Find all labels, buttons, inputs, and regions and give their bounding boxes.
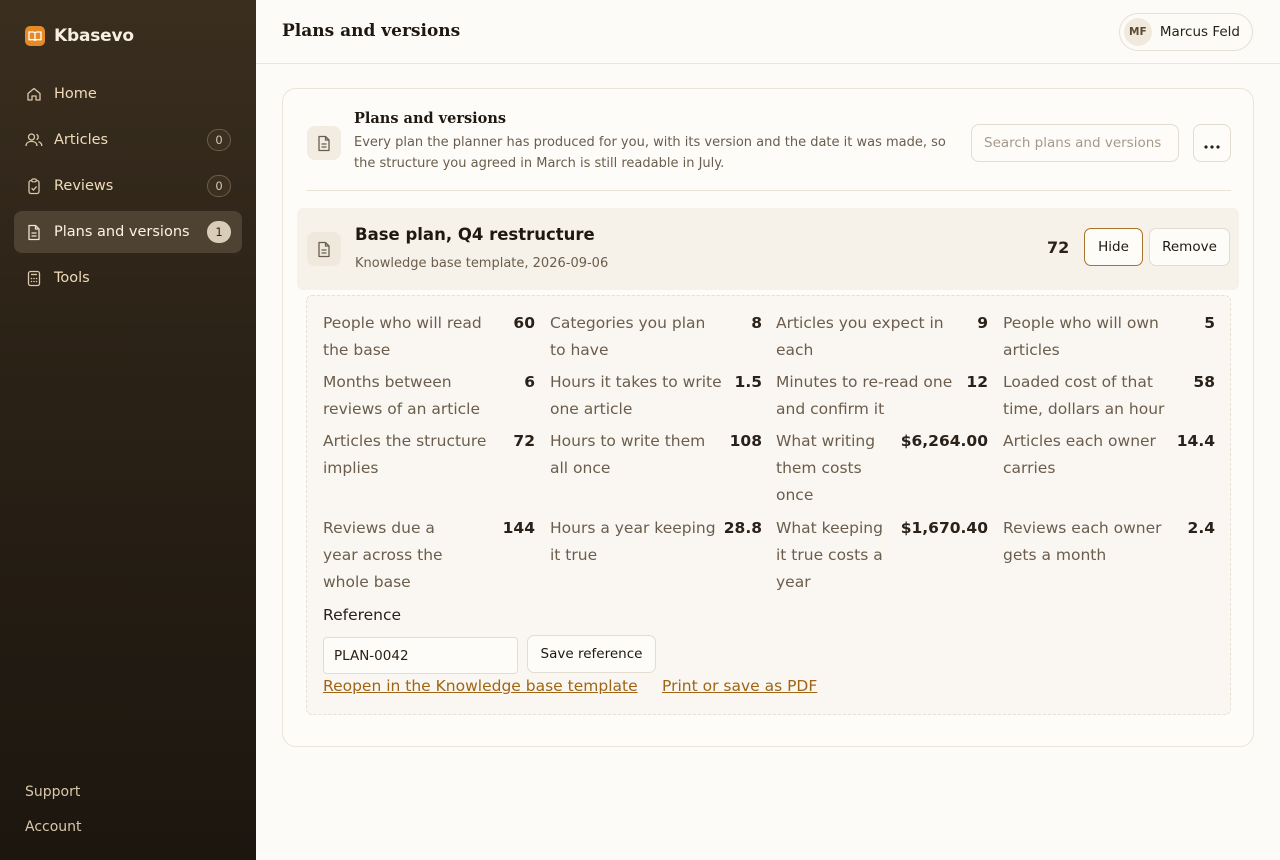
more-icon — [1204, 134, 1220, 153]
sidebar-item-label: Tools — [54, 270, 90, 286]
metric-value: 2.4 — [1187, 519, 1215, 537]
metric-value: 144 — [502, 519, 535, 537]
plan-row[interactable]: Base plan, Q4 restructure Knowledge base… — [297, 208, 1239, 290]
plans-card: Plans and versions Every plan the planne… — [282, 88, 1254, 747]
metric-label: Minutes to re-read one and confirm it — [776, 373, 953, 418]
metric-value: 108 — [729, 432, 762, 450]
metric-value: 12 — [966, 373, 988, 391]
sidebar-item-articles[interactable]: Articles 0 — [14, 119, 242, 161]
metric-value: 9 — [977, 314, 988, 332]
metric-value: 58 — [1193, 373, 1215, 391]
metric-label: Articles each owner carries — [1003, 432, 1156, 477]
support-link[interactable]: Support — [25, 784, 80, 800]
users-icon — [25, 131, 43, 149]
user-menu[interactable]: MF Marcus Feld — [1118, 13, 1253, 51]
sidebar-item-label: Plans and versions — [54, 224, 190, 240]
count-badge: 0 — [207, 175, 231, 197]
sidebar-item-reviews[interactable]: Reviews 0 — [14, 165, 242, 207]
divider — [306, 190, 1231, 191]
metric-value: 8 — [751, 314, 762, 332]
save-reference-button[interactable]: Save reference — [527, 635, 656, 673]
brand-name: Kbasevo — [54, 26, 134, 46]
metric-label: Months between reviews of an article — [323, 373, 480, 418]
more-options-button[interactable] — [1193, 124, 1231, 162]
metric-value: 6 — [524, 373, 535, 391]
metric-value: 14.4 — [1176, 432, 1215, 450]
book-icon — [25, 26, 45, 46]
user-name: Marcus Feld — [1159, 24, 1240, 40]
metric-label: Articles the structure implies — [323, 432, 487, 477]
plan-article-count: 72 — [1047, 238, 1070, 257]
count-badge: 0 — [207, 129, 231, 151]
document-icon — [25, 223, 43, 241]
count-badge: 1 — [207, 221, 231, 243]
card-description: Every plan the planner has produced for … — [354, 135, 946, 171]
metric-label: What writing them costs once — [776, 432, 876, 504]
calculator-icon — [25, 269, 43, 287]
hide-button[interactable]: Hide — [1084, 228, 1143, 266]
sidebar-item-tools[interactable]: Tools — [14, 257, 242, 299]
metric-label: Hours to write them all once — [550, 432, 706, 477]
page-title: Plans and versions — [282, 21, 461, 41]
sidebar: Kbasevo Home Articles 0 Reviews 0 Plans … — [0, 0, 256, 860]
metric-label: Loaded cost of that time, dollars an hou… — [1003, 373, 1165, 418]
card-title: Plans and versions — [354, 110, 507, 127]
sidebar-item-label: Home — [54, 86, 97, 102]
remove-button[interactable]: Remove — [1149, 228, 1230, 266]
metric-value: 72 — [513, 432, 535, 450]
metric-value: $6,264.00 — [900, 432, 988, 450]
metric-value: 28.8 — [723, 519, 762, 537]
metric-value: 5 — [1204, 314, 1215, 332]
metric-label: Articles you expect in each — [776, 314, 944, 359]
sidebar-item-label: Reviews — [54, 178, 114, 194]
metric-label: Reviews each owner gets a month — [1003, 519, 1162, 564]
top-header: Plans and versions MF Marcus Feld — [256, 0, 1280, 64]
print-pdf-link[interactable]: Print or save as PDF — [662, 677, 817, 695]
brand[interactable]: Kbasevo — [25, 26, 134, 46]
plan-details: People who will read the base 60 Categor… — [306, 295, 1231, 715]
avatar: MF — [1123, 18, 1152, 46]
metric-label: Hours it takes to write one article — [550, 373, 722, 418]
metric-value: $1,670.40 — [900, 519, 988, 537]
sidebar-item-plans-and-versions[interactable]: Plans and versions 1 — [14, 211, 242, 253]
metric-value: 1.5 — [734, 373, 762, 391]
metric-label: People who will own articles — [1003, 314, 1159, 359]
plan-title: Base plan, Q4 restructure — [355, 225, 595, 244]
metric-label: People who will read the base — [323, 314, 482, 359]
metric-label: Reviews due a year across the whole base — [323, 519, 443, 591]
document-icon — [307, 232, 341, 266]
reference-label: Reference — [323, 606, 402, 624]
sidebar-item-label: Articles — [54, 132, 109, 148]
document-icon — [307, 126, 341, 160]
account-link[interactable]: Account — [25, 819, 82, 835]
metric-value: 60 — [513, 314, 535, 332]
reference-input[interactable] — [323, 637, 518, 674]
sidebar-nav: Home Articles 0 Reviews 0 Plans and vers… — [14, 73, 242, 303]
metric-label: Hours a year keeping it true — [550, 519, 716, 564]
search-input[interactable] — [971, 124, 1179, 162]
metric-label: Categories you plan to have — [550, 314, 706, 359]
reopen-link[interactable]: Reopen in the Knowledge base template — [323, 677, 638, 695]
home-icon — [25, 85, 43, 103]
sidebar-item-home[interactable]: Home — [14, 73, 242, 115]
metric-label: What keeping it true costs a year — [776, 519, 883, 591]
clipboard-check-icon — [25, 177, 43, 195]
plan-subtitle: Knowledge base template, 2026-09-06 — [355, 256, 609, 271]
